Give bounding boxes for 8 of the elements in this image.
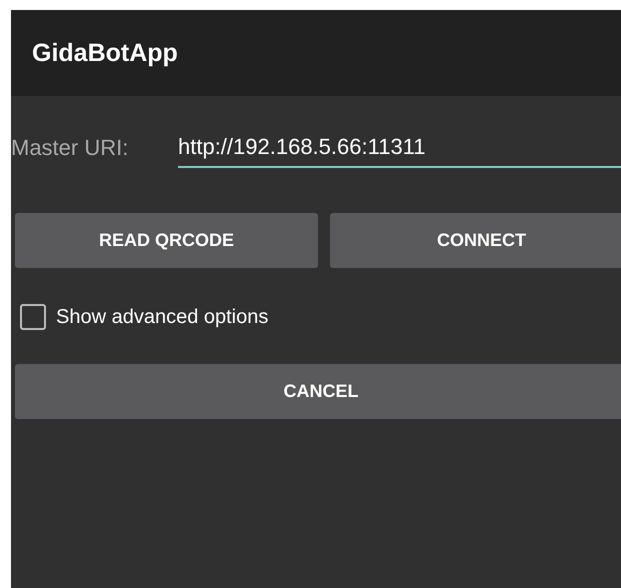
master-uri-field[interactable]: http://192.168.5.66:11311	[178, 128, 621, 168]
checkbox[interactable]	[20, 304, 46, 330]
app-title: GidaBotApp	[32, 38, 178, 68]
master-uri-label: Master URI:	[11, 135, 130, 161]
read-qrcode-button[interactable]: READ QRCODE	[15, 213, 318, 268]
connect-button[interactable]: CONNECT	[330, 213, 621, 268]
cancel-button[interactable]: CANCEL	[15, 364, 621, 419]
checkbox-label: Show advanced options	[56, 306, 268, 328]
